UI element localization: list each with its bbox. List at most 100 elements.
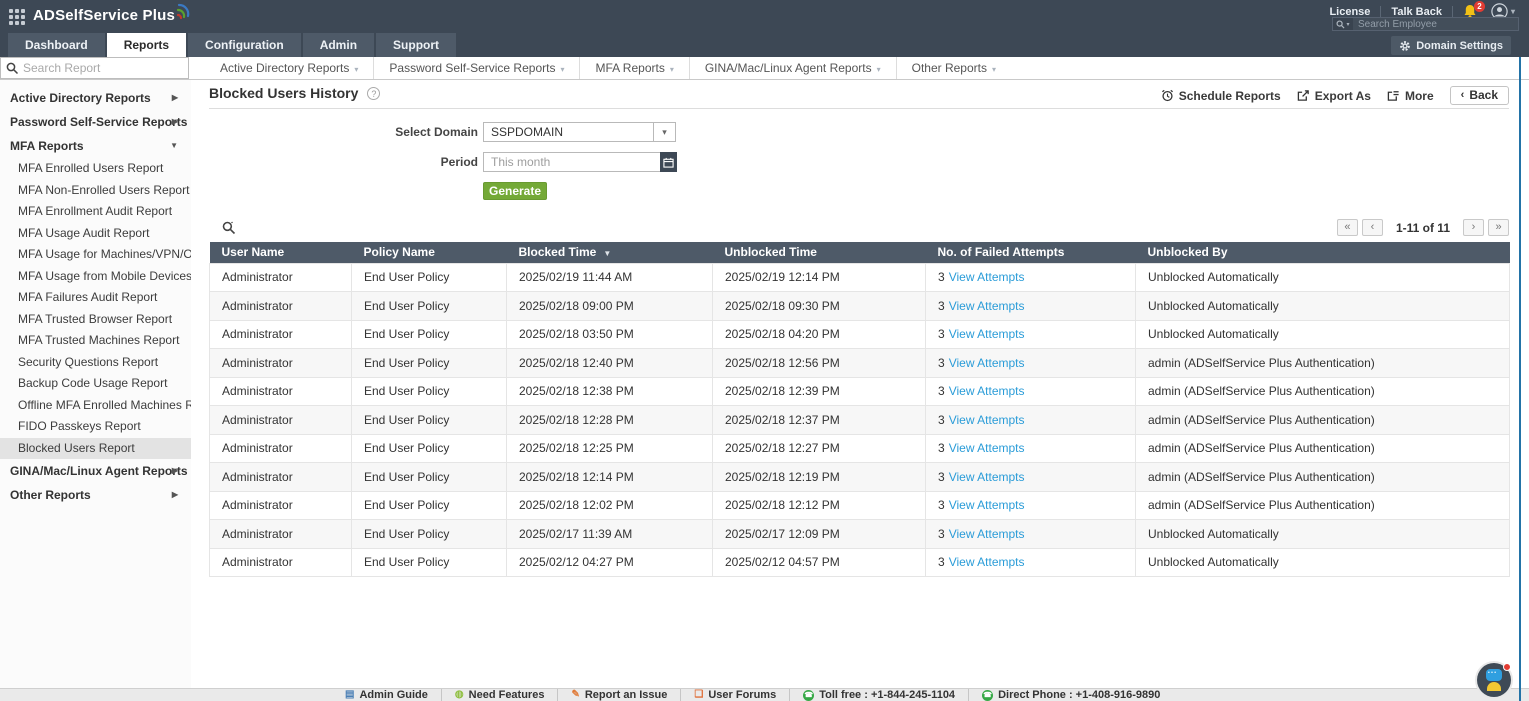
prev-page-button[interactable]: ‹ bbox=[1361, 219, 1383, 236]
generate-button[interactable]: Generate bbox=[483, 182, 547, 200]
sidebar-item-mfa-trusted-machines-report[interactable]: MFA Trusted Machines Report bbox=[0, 330, 191, 352]
domain-settings-button[interactable]: Domain Settings bbox=[1391, 36, 1511, 55]
view-attempts-link[interactable]: View Attempts bbox=[949, 270, 1025, 284]
footer-link-label: Report an Issue bbox=[584, 689, 668, 701]
view-attempts-link[interactable]: View Attempts bbox=[949, 441, 1025, 455]
footer-link-report-an-issue[interactable]: ✎ Report an Issue bbox=[557, 689, 680, 701]
schedule-reports-button[interactable]: Schedule Reports bbox=[1161, 89, 1281, 103]
brand-logo: ADSelfService Plus bbox=[33, 7, 175, 24]
cell-blocked-time: 2025/02/18 12:28 PM bbox=[506, 405, 713, 435]
sidebar-item-fido-passkeys-report[interactable]: FIDO Passkeys Report bbox=[0, 416, 191, 438]
back-button[interactable]: ‹ Back bbox=[1449, 86, 1509, 105]
sidebar-item-mfa-usage-from-mobile-devices[interactable]: MFA Usage from Mobile Devices bbox=[0, 266, 192, 288]
need-features-icon: ◍ bbox=[454, 689, 464, 700]
sidebar-item-mfa-usage-for-machines-vpn-owa[interactable]: MFA Usage for Machines/VPN/OWA bbox=[0, 244, 212, 266]
app-launcher-icon[interactable] bbox=[9, 9, 25, 25]
chevron-down-icon: ▾ bbox=[354, 65, 359, 74]
tab-configuration[interactable]: Configuration bbox=[188, 33, 301, 57]
nav-other-reports[interactable]: Other Reports ▾ bbox=[895, 57, 1011, 79]
nav-password-self-service-reports[interactable]: Password Self-Service Reports ▾ bbox=[373, 57, 579, 79]
chevron-left-icon: ‹ bbox=[1460, 89, 1465, 101]
last-page-button[interactable]: » bbox=[1488, 219, 1509, 236]
view-attempts-link[interactable]: View Attempts bbox=[949, 413, 1025, 427]
sidebar-item-mfa-enrollment-audit-report[interactable]: MFA Enrollment Audit Report bbox=[0, 201, 191, 223]
sidebar-item-backup-code-usage-report[interactable]: Backup Code Usage Report bbox=[0, 373, 191, 395]
cell-blocked-time: 2025/02/19 11:44 AM bbox=[506, 262, 713, 292]
cell-user-name: Administrator bbox=[209, 291, 352, 321]
cell-unblocked-by: Unblocked Automatically bbox=[1135, 262, 1510, 292]
sort-desc-icon: ▼ bbox=[603, 249, 612, 259]
view-attempts-link[interactable]: View Attempts bbox=[949, 527, 1025, 541]
chevron-collapsed-icon: ▶ bbox=[171, 466, 178, 475]
sidebar-section-active-directory-reports[interactable]: Active Directory Reports ▶ bbox=[0, 86, 191, 110]
back-label: Back bbox=[1469, 88, 1498, 102]
nav-mfa-reports[interactable]: MFA Reports ▾ bbox=[579, 57, 688, 79]
footer-link-admin-guide[interactable]: ▤ Admin Guide bbox=[332, 689, 441, 701]
cell-unblocked-time: 2025/02/18 04:20 PM bbox=[712, 319, 926, 349]
view-attempts-link[interactable]: View Attempts bbox=[949, 356, 1025, 370]
sidebar-item-mfa-non-enrolled-users-report[interactable]: MFA Non-Enrolled Users Report bbox=[0, 180, 191, 202]
phone-icon: ☎ bbox=[803, 689, 815, 701]
footer-link-toll-free[interactable]: ☎ Toll free : +1-844-245-1104 bbox=[789, 689, 968, 701]
sidebar-item-mfa-failures-audit-report[interactable]: MFA Failures Audit Report bbox=[0, 287, 191, 309]
domain-select[interactable]: SSPDOMAIN ▾ bbox=[483, 122, 676, 142]
sidebar-section-mfa-reports[interactable]: MFA Reports ▼ bbox=[0, 134, 191, 158]
sidebar-section-gina-mac-linux-agent-reports[interactable]: GINA/Mac/Linux Agent Reports ▶ bbox=[0, 459, 191, 483]
page-right-edge bbox=[1519, 57, 1521, 701]
tab-admin[interactable]: Admin bbox=[302, 33, 375, 57]
table-header-no-of-failed-attempts[interactable]: No. of Failed Attempts bbox=[925, 242, 1136, 263]
cell-user-name: Administrator bbox=[209, 519, 352, 549]
search-employee-scope-icon[interactable]: ▾ bbox=[1333, 18, 1353, 30]
cell-unblocked-by: admin (ADSelfService Plus Authentication… bbox=[1135, 462, 1510, 492]
tab-dashboard[interactable]: Dashboard bbox=[8, 33, 105, 57]
table-header-blocked-time[interactable]: Blocked Time ▼ bbox=[506, 242, 713, 263]
view-attempts-link[interactable]: View Attempts bbox=[949, 498, 1025, 512]
license-link[interactable]: License bbox=[1329, 6, 1370, 18]
footer-link-direct-phone[interactable]: ☎ Direct Phone : +1-408-916-9890 bbox=[968, 689, 1173, 701]
table-header-unblocked-time[interactable]: Unblocked Time bbox=[712, 242, 926, 263]
first-page-button[interactable]: « bbox=[1336, 219, 1358, 236]
table-search-icon[interactable] bbox=[222, 221, 236, 235]
cell-policy-name: End User Policy bbox=[351, 405, 507, 435]
nav-active-directory-reports[interactable]: Active Directory Reports ▾ bbox=[205, 57, 373, 79]
cell-failed-attempts: 3 View Attempts bbox=[925, 433, 1136, 463]
support-chat-widget[interactable] bbox=[1477, 663, 1511, 697]
sidebar-item-offline-mfa-enrolled-machines-report[interactable]: Offline MFA Enrolled Machines Report bbox=[0, 395, 221, 417]
more-button[interactable]: More bbox=[1387, 89, 1434, 103]
sidebar-item-security-questions-report[interactable]: Security Questions Report bbox=[0, 352, 191, 374]
footer-link-need-features[interactable]: ◍ Need Features bbox=[440, 689, 558, 701]
view-attempts-link[interactable]: View Attempts bbox=[949, 555, 1025, 569]
talk-back-link[interactable]: Talk Back bbox=[1391, 6, 1442, 18]
view-attempts-link[interactable]: View Attempts bbox=[949, 299, 1025, 313]
export-as-button[interactable]: Export As bbox=[1297, 89, 1371, 103]
admin-guide-icon: ▤ bbox=[345, 689, 355, 700]
next-page-button[interactable]: › bbox=[1463, 219, 1484, 236]
table-header-user-name[interactable]: User Name bbox=[209, 242, 352, 263]
calendar-icon[interactable] bbox=[660, 152, 677, 172]
sidebar-item-blocked-users-report[interactable]: Blocked Users Report bbox=[0, 437, 191, 459]
report-actions: Schedule Reports Export As More ‹ Back bbox=[1161, 86, 1509, 105]
help-icon[interactable]: ? bbox=[367, 86, 381, 100]
period-input[interactable] bbox=[483, 152, 660, 172]
sidebar-section-other-reports[interactable]: Other Reports ▶ bbox=[0, 483, 191, 507]
table-header-unblocked-by[interactable]: Unblocked By bbox=[1135, 242, 1510, 263]
footer-link-user-forums[interactable]: ❏ User Forums bbox=[680, 689, 789, 701]
nav-gina-mac-linux-agent-reports[interactable]: GINA/Mac/Linux Agent Reports ▾ bbox=[688, 57, 896, 79]
footer-link-label: Need Features bbox=[468, 689, 545, 701]
report-search-input[interactable] bbox=[19, 61, 188, 75]
gear-icon bbox=[1400, 40, 1411, 51]
view-attempts-link[interactable]: View Attempts bbox=[949, 384, 1025, 398]
cell-unblocked-by: Unblocked Automatically bbox=[1135, 519, 1510, 549]
sidebar-item-mfa-trusted-browser-report[interactable]: MFA Trusted Browser Report bbox=[0, 309, 191, 331]
cell-user-name: Administrator bbox=[209, 319, 352, 349]
search-employee-input[interactable] bbox=[1353, 18, 1518, 30]
tab-support[interactable]: Support bbox=[376, 33, 457, 57]
sidebar-section-password-self-service-reports[interactable]: Password Self-Service Reports ▶ bbox=[0, 110, 191, 134]
tab-reports[interactable]: Reports bbox=[106, 33, 187, 57]
chevron-collapsed-icon: ▶ bbox=[171, 117, 178, 126]
sidebar-item-mfa-enrolled-users-report[interactable]: MFA Enrolled Users Report bbox=[0, 158, 191, 180]
sidebar-item-mfa-usage-audit-report[interactable]: MFA Usage Audit Report bbox=[0, 223, 191, 245]
view-attempts-link[interactable]: View Attempts bbox=[949, 470, 1025, 484]
view-attempts-link[interactable]: View Attempts bbox=[949, 327, 1025, 341]
table-header-policy-name[interactable]: Policy Name bbox=[351, 242, 507, 263]
